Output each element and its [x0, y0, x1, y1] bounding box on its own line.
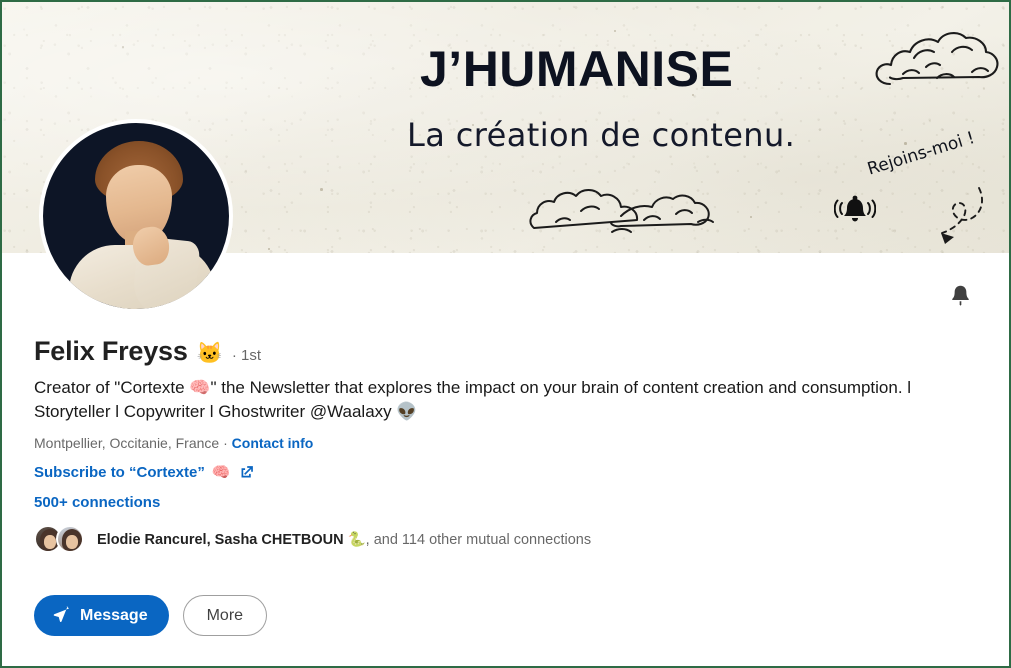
message-button[interactable]: Message — [34, 595, 169, 636]
external-link-icon — [241, 465, 253, 478]
location-separator: · — [223, 435, 228, 452]
subscribe-label: Subscribe to “Cortexte” — [34, 463, 205, 481]
linkedin-profile-screenshot: J’HUMANISE La création de contenu. Rejoi… — [0, 0, 1011, 668]
cat-emoji-icon: 🐱 — [196, 342, 223, 365]
mutual-names: Elodie Rancurel, Sasha CHETBOUN 🐍 — [97, 531, 366, 548]
connection-degree-badge: · 1st — [231, 347, 262, 364]
name-row: Felix Freyss 🐱 · 1st — [34, 336, 974, 367]
banner-cta-note: Rejoins-moi ! — [865, 127, 978, 180]
avatar-image — [43, 123, 229, 309]
mutual-avatar — [56, 525, 84, 554]
bell-doodle-icon — [834, 195, 876, 222]
contact-info-link[interactable]: Contact info — [232, 435, 314, 451]
mutual-connections-text: Elodie Rancurel, Sasha CHETBOUN 🐍, and 1… — [97, 531, 591, 548]
send-icon — [53, 606, 69, 623]
more-button[interactable]: More — [182, 595, 268, 636]
notify-bell-button[interactable] — [939, 274, 981, 316]
arrow-doodle-icon — [941, 187, 983, 244]
bell-icon — [951, 285, 969, 306]
profile-actions: Message More — [34, 595, 268, 636]
cloud-doodle-icon — [529, 189, 714, 233]
cloud-doodle-icon — [875, 32, 999, 86]
message-label: Message — [80, 606, 148, 624]
profile-location: Montpellier, Occitanie, France — [34, 435, 220, 452]
location-row: Montpellier, Occitanie, France · Contact… — [34, 435, 974, 451]
banner-subtitle: La création de contenu. — [407, 116, 796, 154]
banner-title: J’HUMANISE — [420, 41, 734, 97]
brain-emoji-icon: 🧠 — [211, 464, 231, 482]
profile-photo[interactable] — [39, 119, 233, 313]
mutual-connections-row[interactable]: Elodie Rancurel, Sasha CHETBOUN 🐍, and 1… — [34, 525, 591, 554]
profile-info: Felix Freyss 🐱 · 1st Creator of "Cortext… — [34, 336, 974, 554]
connections-count-link[interactable]: 500+ connections — [34, 494, 160, 511]
profile-headline: Creator of "Cortexte 🧠" the Newsletter t… — [34, 378, 912, 422]
mutual-suffix: , and 114 other mutual connections — [365, 531, 592, 548]
subscribe-newsletter-link[interactable]: Subscribe to “Cortexte” 🧠 — [34, 463, 255, 481]
mutual-avatars — [34, 525, 86, 554]
profile-name: Felix Freyss — [34, 336, 188, 366]
